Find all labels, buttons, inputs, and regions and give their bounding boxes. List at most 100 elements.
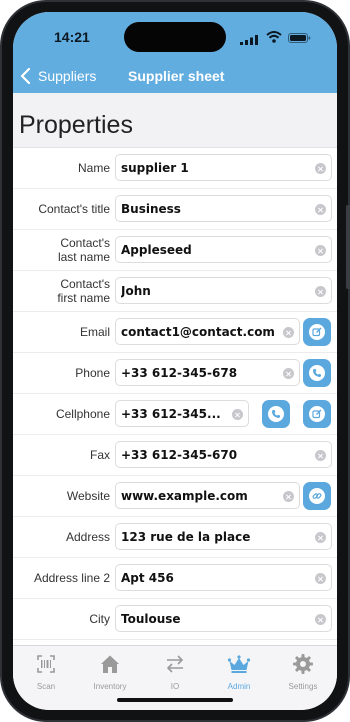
field-value: supplier 1 (121, 161, 189, 175)
field-value: contact1@contact.com (121, 325, 275, 339)
clear-icon[interactable] (315, 532, 326, 543)
first-name-field[interactable]: John (115, 277, 332, 304)
clear-icon[interactable] (315, 614, 326, 625)
field-value: Business (121, 202, 181, 216)
tab-settings[interactable]: Settings (271, 652, 335, 691)
field-label-text: Cellphone (55, 407, 110, 421)
message-cellphone-button[interactable] (303, 400, 331, 428)
house-icon (101, 655, 119, 673)
website-field[interactable]: www.example.com (115, 482, 300, 509)
field-row-name: Name supplier 1 (13, 148, 337, 189)
contact-title-field[interactable]: Business (115, 195, 332, 222)
field-label-text: Email (79, 325, 110, 339)
wifi-icon (266, 31, 282, 43)
field-label-text: Contact's last name (57, 236, 110, 264)
clear-icon[interactable] (283, 491, 294, 502)
field-label-text: Fax (89, 448, 110, 462)
phone-frame: 14:21 Suppliers Supplier sheet Propertie… (0, 0, 350, 722)
chevron-left-icon (20, 68, 31, 84)
status-time: 14:21 (54, 29, 90, 45)
field-row-address-line-2: Address line 2 Apt 456 (13, 558, 337, 599)
tab-inventory[interactable]: Inventory (78, 652, 142, 691)
back-button-label: Suppliers (38, 68, 97, 84)
status-bar: 14:21 (13, 12, 337, 62)
field-label-text: Address (65, 530, 110, 544)
properties-list[interactable]: Properties Name supplier 1 Contact's tit… (13, 93, 337, 645)
link-icon (309, 488, 325, 504)
clear-icon[interactable] (283, 327, 294, 338)
field-row-city: City Toulouse (13, 599, 337, 640)
clear-icon[interactable] (315, 163, 326, 174)
field-label: Website (13, 476, 110, 516)
field-label-text: Contact's first name (57, 277, 110, 305)
phone-icon (309, 365, 325, 381)
field-row-phone: Phone +33 612-345-678 (13, 353, 337, 394)
field-label-text: Name (77, 161, 110, 175)
field-value: Appleseed (121, 243, 192, 257)
back-button[interactable]: Suppliers (20, 68, 96, 84)
field-row-email: Email contact1@contact.com (13, 312, 337, 353)
clear-icon[interactable] (315, 204, 326, 215)
field-label-text: Website (66, 489, 110, 503)
field-label: Contact's title (13, 189, 110, 229)
tab-label: Settings (288, 682, 318, 691)
email-field[interactable]: contact1@contact.com (115, 318, 300, 345)
field-value: Toulouse (121, 612, 181, 626)
tab-label: Admin (227, 682, 251, 691)
field-label-text: City (89, 612, 110, 626)
field-value: www.example.com (121, 489, 248, 503)
address-field[interactable]: 123 rue de la place (115, 523, 332, 550)
field-label: Contact's last name (13, 230, 110, 270)
compose-icon (309, 324, 325, 340)
last-name-field[interactable]: Appleseed (115, 236, 332, 263)
cellphone-field[interactable]: +33 612-345... (115, 400, 249, 427)
fax-field[interactable]: +33 612-345-670 (115, 441, 332, 468)
open-website-button[interactable] (303, 482, 331, 510)
field-row-cellphone: Cellphone +33 612-345... (13, 394, 337, 435)
section-header: Properties (13, 93, 337, 148)
clear-icon[interactable] (232, 409, 243, 420)
call-phone-button[interactable] (303, 359, 331, 387)
field-label-text: Address line 2 (33, 571, 110, 585)
field-label-text: Contact's title (38, 202, 110, 216)
section-title: Properties (19, 111, 133, 139)
field-label: Contact's first name (13, 271, 110, 311)
clear-icon[interactable] (283, 368, 294, 379)
tab-label: Scan (36, 682, 56, 691)
tab-label: Inventory (93, 682, 127, 691)
tab-admin[interactable]: Admin (207, 652, 271, 691)
field-row-last-name: Contact's last name Appleseed (13, 230, 337, 271)
clear-icon[interactable] (315, 450, 326, 461)
clear-icon[interactable] (315, 245, 326, 256)
address-line-2-field[interactable]: Apt 456 (115, 564, 332, 591)
cellular-signal-icon (240, 35, 258, 45)
field-row-fax: Fax +33 612-345-670 (13, 435, 337, 476)
clear-icon[interactable] (315, 286, 326, 297)
field-value: 123 rue de la place (121, 530, 251, 544)
tab-label: IO (170, 682, 180, 691)
field-label: Email (13, 312, 110, 352)
phone-icon (268, 406, 284, 422)
barcode-scan-icon (37, 655, 55, 673)
clear-icon[interactable] (315, 573, 326, 584)
field-row-website: Website www.example.com (13, 476, 337, 517)
battery-icon (288, 33, 311, 43)
home-indicator (117, 698, 233, 702)
screen: 14:21 Suppliers Supplier sheet Propertie… (13, 12, 337, 710)
field-value: +33 612-345-678 (121, 366, 238, 380)
phone-field[interactable]: +33 612-345-678 (115, 359, 300, 386)
navigation-bar: Suppliers Supplier sheet (13, 62, 337, 93)
call-cellphone-button[interactable] (262, 400, 290, 428)
field-label-text: Phone (75, 366, 110, 380)
field-value: John (121, 284, 151, 298)
tab-io[interactable]: IO (143, 652, 207, 691)
name-field[interactable]: supplier 1 (115, 154, 332, 181)
gear-icon (293, 654, 313, 674)
city-field[interactable]: Toulouse (115, 605, 332, 632)
field-label: Address line 2 (13, 558, 110, 598)
compose-email-button[interactable] (303, 318, 331, 346)
field-label: Cellphone (13, 394, 110, 434)
crown-icon (227, 655, 251, 673)
tab-scan[interactable]: Scan (14, 652, 78, 691)
field-value: +33 612-345-670 (121, 448, 238, 462)
